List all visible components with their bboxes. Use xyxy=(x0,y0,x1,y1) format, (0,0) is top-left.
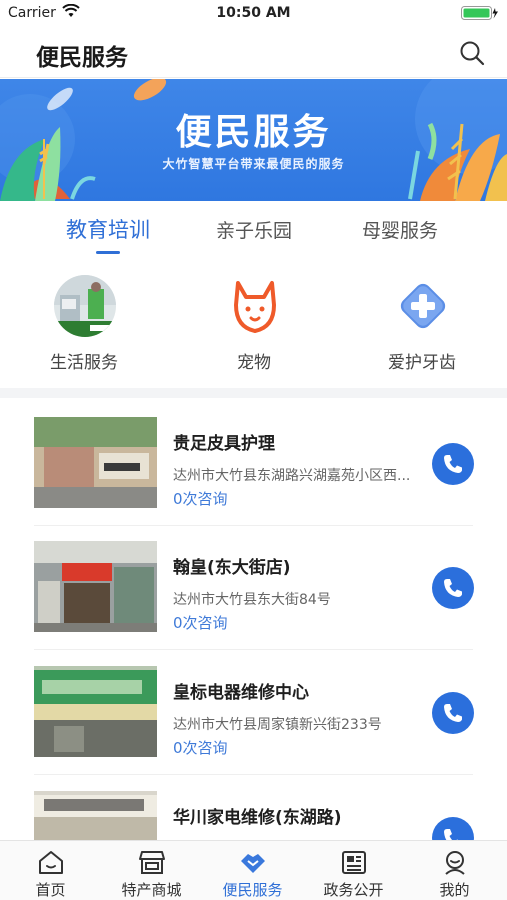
navigation-bar: 便民服务 xyxy=(0,28,507,78)
row-separator xyxy=(34,649,473,650)
list-item[interactable]: 贵足皮具护理 达州市大竹县东湖路兴湖嘉苑小区西... 0次咨询 xyxy=(0,417,507,541)
banner-title: 便民服务 xyxy=(175,112,332,153)
store-name: 皇标电器维修中心 xyxy=(173,683,309,703)
category-label: 爱护牙齿 xyxy=(388,353,456,373)
call-button[interactable] xyxy=(432,567,474,609)
call-button[interactable] xyxy=(432,443,474,485)
tooth-care-icon xyxy=(400,283,446,329)
phone-icon xyxy=(444,579,462,597)
call-button[interactable] xyxy=(432,692,474,734)
list-item[interactable]: 皇标电器维修中心 达州市大竹县周家镇新兴街233号 0次咨询 xyxy=(0,666,507,790)
handshake-icon xyxy=(241,854,265,873)
phone-icon xyxy=(444,704,462,722)
consult-count: 0次咨询 xyxy=(173,614,228,632)
tab-family-park[interactable]: 亲子乐园 xyxy=(194,216,314,243)
list-item[interactable]: 翰皇(东大街店) 达州市大竹县东大街84号 0次咨询 xyxy=(0,541,507,665)
tabbar-label: 便民服务 xyxy=(222,881,283,899)
bottom-tab-bar: 首页 特产商城 便民服务 政务公开 我的 xyxy=(0,840,507,900)
status-time: 10:50 AM xyxy=(216,5,291,21)
tabbar-label: 我的 xyxy=(439,881,470,899)
consult-count: 0次咨询 xyxy=(173,739,228,757)
category-dental[interactable]: 爱护牙齿 xyxy=(362,275,482,375)
store-photo xyxy=(34,417,157,508)
news-icon xyxy=(342,851,366,874)
store-name: 贵足皮具护理 xyxy=(173,434,275,454)
row-separator xyxy=(34,774,473,775)
banner-subtitle: 大竹智慧平台带来最便民的服务 xyxy=(162,157,345,171)
tab-education[interactable]: 教育培训 xyxy=(48,214,168,244)
search-icon[interactable] xyxy=(459,40,485,66)
status-bar: Carrier 10:50 AM xyxy=(0,0,507,28)
promo-banner[interactable]: 便民服务 大竹智慧平台带来最便民的服务 xyxy=(0,79,507,201)
pet-icon xyxy=(234,281,276,333)
section-divider xyxy=(0,388,507,398)
consult-count: 0次咨询 xyxy=(173,490,228,508)
battery-icon xyxy=(461,6,498,20)
store-photo xyxy=(34,541,157,632)
active-tab-indicator xyxy=(96,251,120,254)
store-name: 华川家电维修(东湖路) xyxy=(173,808,342,828)
category-label: 生活服务 xyxy=(50,353,118,373)
appliance-repair-photo xyxy=(54,275,116,337)
category-label: 宠物 xyxy=(237,353,271,373)
tabbar-label: 政务公开 xyxy=(323,881,384,899)
store-name: 翰皇(东大街店) xyxy=(173,558,291,578)
category-pet[interactable]: 宠物 xyxy=(194,275,314,375)
tab-maternity[interactable]: 母婴服务 xyxy=(340,216,460,243)
tabbar-label: 首页 xyxy=(35,881,66,899)
tabbar-government[interactable]: 政务公开 xyxy=(303,841,404,900)
shop-icon xyxy=(139,851,165,874)
home-icon xyxy=(39,851,63,874)
tabbar-services[interactable]: 便民服务 xyxy=(202,841,303,900)
tabbar-profile[interactable]: 我的 xyxy=(404,841,505,900)
store-address: 达州市大竹县东湖路兴湖嘉苑小区西... xyxy=(173,468,411,484)
store-address: 达州市大竹县周家镇新兴街233号 xyxy=(173,717,382,733)
service-tabs: 教育培训 亲子乐园 母婴服务 xyxy=(0,210,507,256)
profile-icon xyxy=(445,851,465,875)
store-photo xyxy=(34,666,157,757)
tabbar-shop[interactable]: 特产商城 xyxy=(101,841,202,900)
store-address: 达州市大竹县东大街84号 xyxy=(173,592,331,608)
page-title: 便民服务 xyxy=(36,45,128,71)
tabbar-home[interactable]: 首页 xyxy=(0,841,101,900)
phone-icon xyxy=(444,455,462,473)
row-separator xyxy=(34,525,473,526)
tabbar-label: 特产商城 xyxy=(121,881,182,899)
category-life-service[interactable]: 生活服务 xyxy=(24,275,144,375)
